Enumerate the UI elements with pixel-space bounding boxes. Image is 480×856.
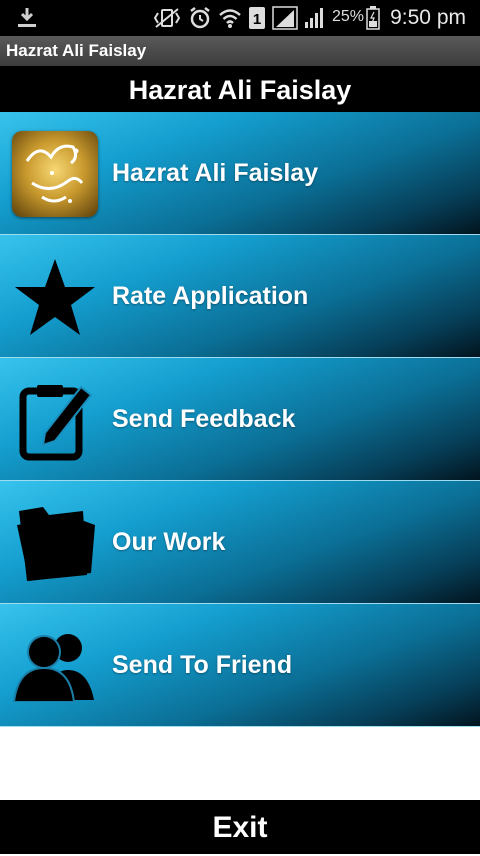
battery-percent: 25% <box>332 8 365 25</box>
menu-item-label: Rate Application <box>112 282 309 310</box>
menu-item-rate-application[interactable]: Rate Application <box>0 235 480 358</box>
alarm-icon <box>188 6 212 35</box>
status-bar: 1 25% 9:50 pm <box>0 0 480 36</box>
status-icons: 1 <box>152 6 326 35</box>
page-title: Hazrat Ali Faislay <box>0 66 480 112</box>
clock: 9:50 pm <box>390 6 466 29</box>
users-icon <box>12 623 98 709</box>
download-icon <box>14 6 40 35</box>
menu-item-send-to-friend[interactable]: Send To Friend <box>0 604 480 727</box>
wifi-icon <box>218 6 242 35</box>
signal-icon <box>304 6 326 35</box>
menu-item-hazrat-ali-faislay[interactable]: Hazrat Ali Faislay <box>0 112 480 235</box>
menu-item-label: Our Work <box>112 528 226 556</box>
signal-icon <box>272 6 298 35</box>
star-icon <box>12 254 98 340</box>
menu-item-label: Hazrat Ali Faislay <box>112 159 319 187</box>
app-title-bar: Hazrat Ali Faislay <box>0 36 480 66</box>
battery-icon <box>366 6 380 35</box>
svg-text:1: 1 <box>253 11 261 28</box>
menu-item-our-work[interactable]: Our Work <box>0 481 480 604</box>
app-logo <box>12 131 98 217</box>
vibrate-icon <box>152 7 182 34</box>
sim-icon: 1 <box>248 6 266 35</box>
menu-item-send-feedback[interactable]: Send Feedback <box>0 358 480 481</box>
menu-item-label: Send Feedback <box>112 405 296 433</box>
exit-button[interactable]: Exit <box>0 800 480 854</box>
menu-item-label: Send To Friend <box>112 651 293 679</box>
main-menu: Hazrat Ali Faislay Rate Application Send… <box>0 112 480 727</box>
folder-icon <box>12 500 98 586</box>
edit-icon <box>12 377 98 463</box>
